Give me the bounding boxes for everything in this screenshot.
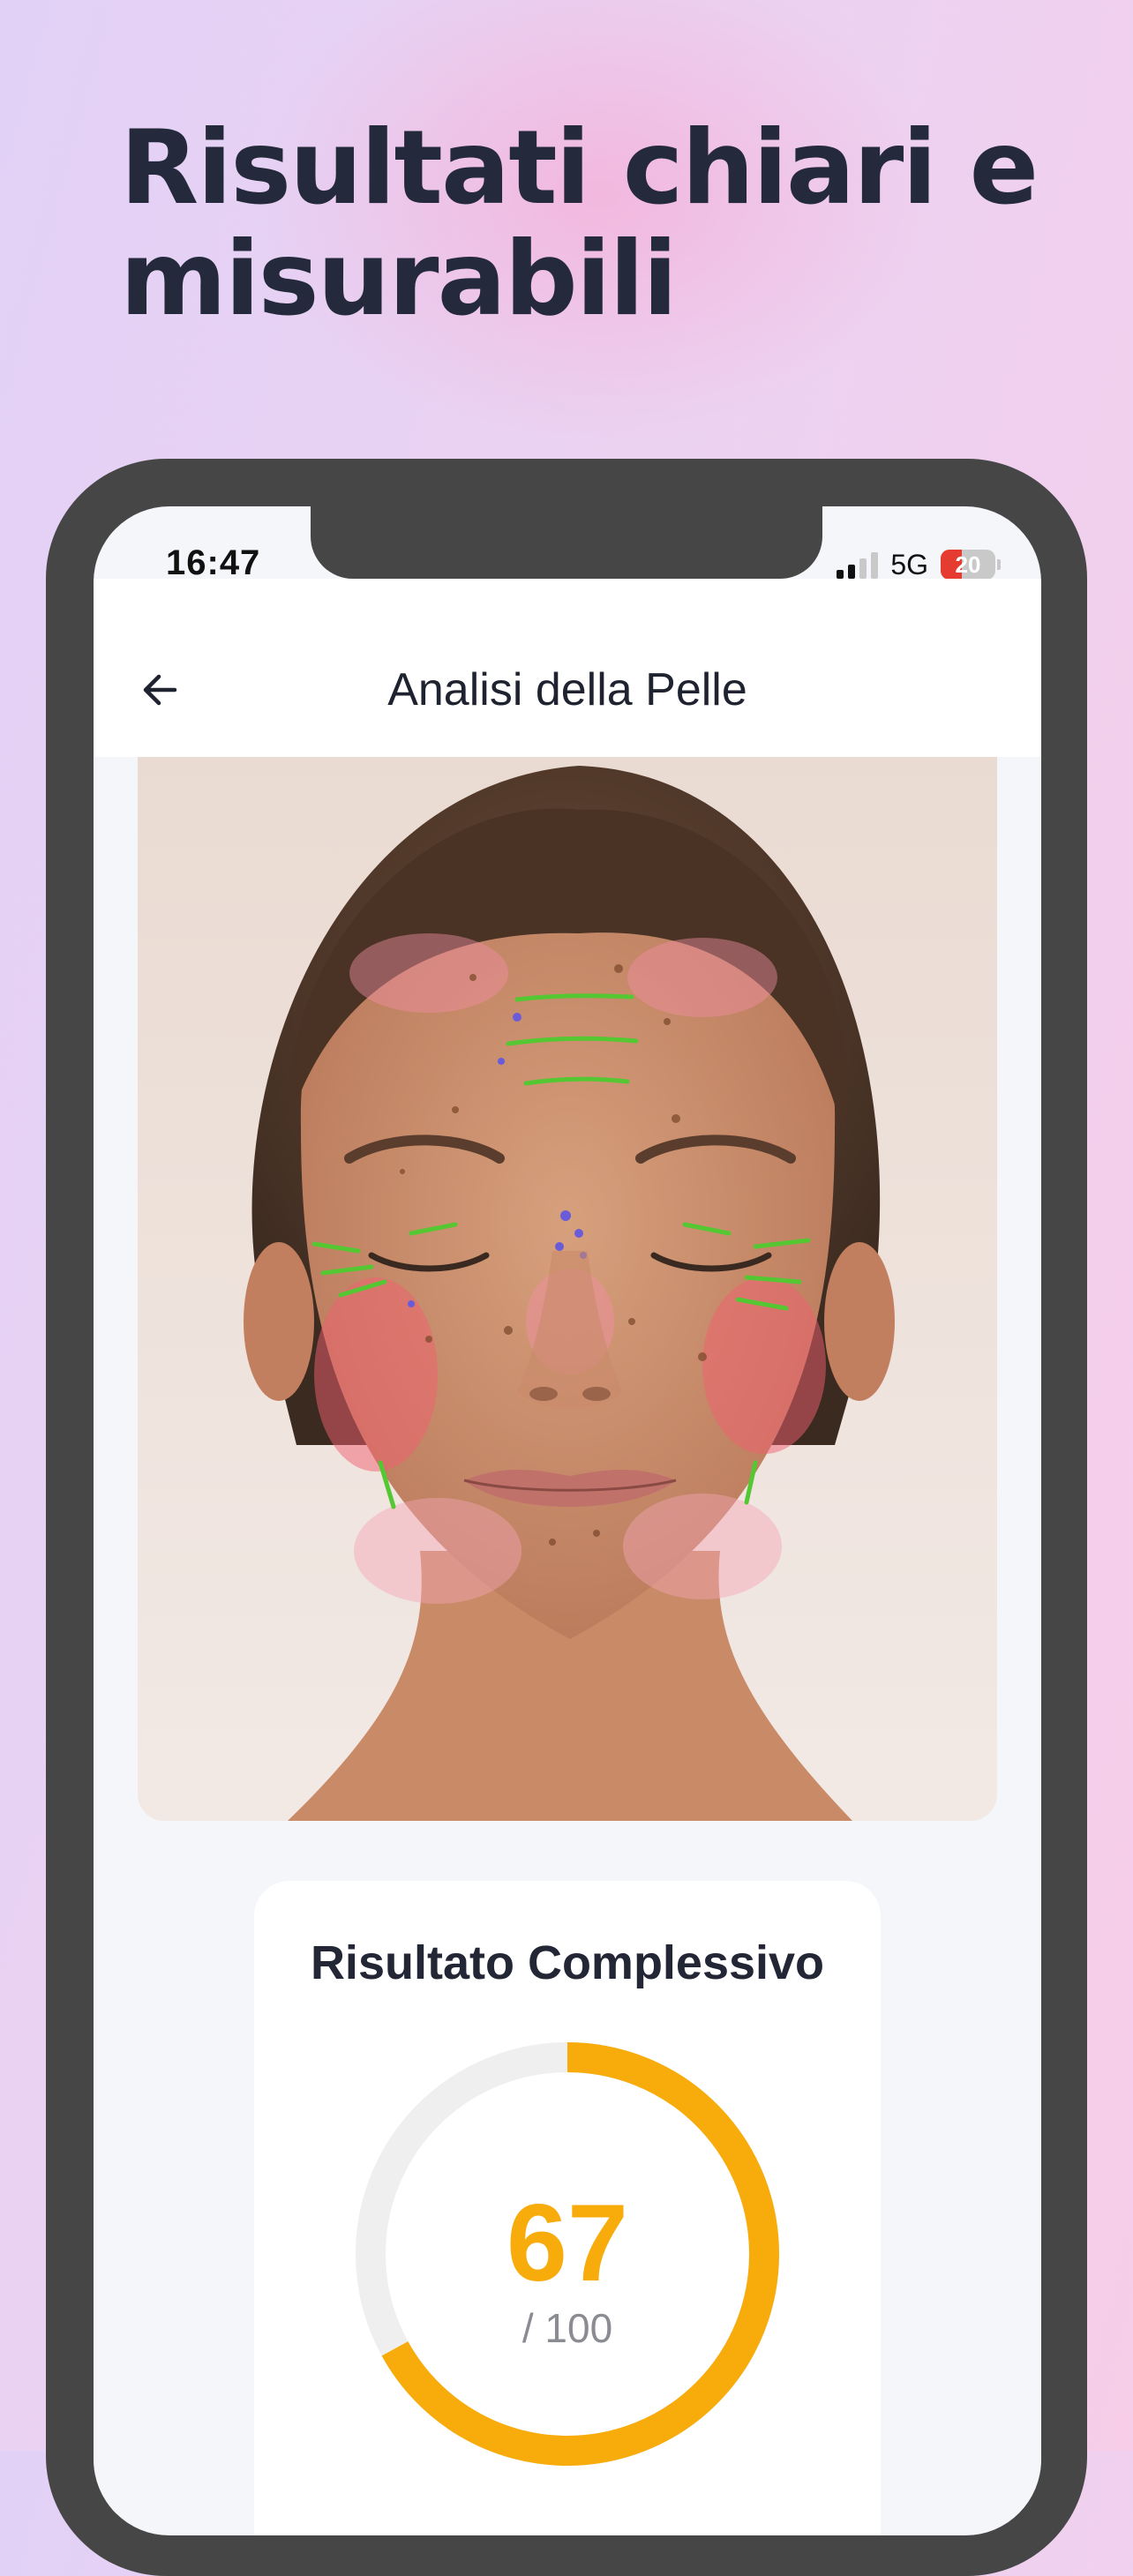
headline-line-1: Risultati chiari e [120, 109, 1039, 228]
result-card: Risultato Complessivo 67 / 100 [254, 1881, 881, 2535]
score-max: / 100 [521, 2305, 613, 2351]
headline-line-2: misurabili [120, 220, 678, 339]
battery-icon: 20 [941, 550, 1001, 580]
app-bar: Analisi della Pelle [94, 579, 1041, 757]
network-type: 5G [890, 548, 928, 580]
status-indicators: 5G 20 [837, 547, 1001, 582]
phone-screen: 16:47 5G 20 Analisi della Pelle Risultat… [94, 506, 1041, 2535]
face-analysis-image [138, 757, 997, 1821]
promo-headline: Risultati chiari e misurabili [120, 113, 1039, 335]
result-title: Risultato Complessivo [310, 1936, 825, 1989]
phone-notch [311, 506, 822, 579]
screen-title: Analisi della Pelle [387, 664, 747, 715]
score-value: 67 [506, 2183, 628, 2304]
signal-icon [837, 550, 879, 579]
status-time: 16:47 [166, 543, 261, 582]
battery-level: 20 [955, 550, 981, 578]
